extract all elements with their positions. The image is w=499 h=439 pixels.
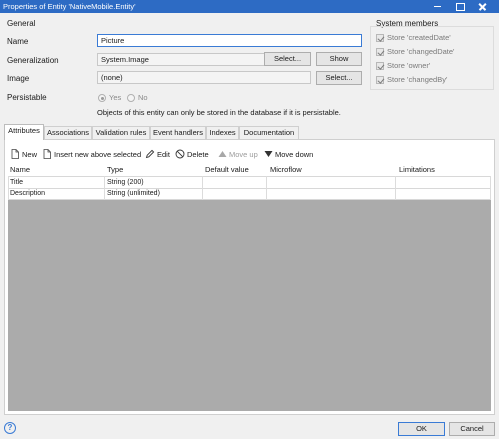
column-header-type[interactable]: Type <box>107 165 123 174</box>
store-changedby-label: Store 'changedBy' <box>387 75 448 84</box>
persistable-yes-label: Yes <box>109 93 122 102</box>
persistable-no-radio[interactable] <box>127 94 135 102</box>
store-changeddate-label: Store 'changedDate' <box>387 47 455 56</box>
tab-validation-rules[interactable]: Validation rules <box>92 126 150 139</box>
insert-document-icon <box>43 149 51 159</box>
delete-circle-icon <box>175 149 185 159</box>
general-group-label: General <box>7 19 36 28</box>
pencil-icon <box>145 149 155 159</box>
store-createddate-checkbox <box>376 34 384 42</box>
generalization-select-button[interactable]: Select... <box>264 52 311 66</box>
store-changedby-checkbox <box>376 76 384 84</box>
column-header-limitations[interactable]: Limitations <box>399 165 435 174</box>
minimize-icon[interactable] <box>428 0 448 13</box>
generalization-show-button[interactable]: Show <box>316 52 362 66</box>
tab-indexes[interactable]: Indexes <box>206 126 239 139</box>
store-owner-checkbox <box>376 62 384 70</box>
grid-column-line <box>490 176 491 200</box>
triangle-down-icon <box>264 151 273 157</box>
tab-documentation[interactable]: Documentation <box>239 126 299 139</box>
column-header-microflow[interactable]: Microflow <box>270 165 302 174</box>
store-createddate-label: Store 'createdDate' <box>387 33 451 42</box>
cancel-button[interactable]: Cancel <box>449 422 495 436</box>
persistable-note: Objects of this entity can only be store… <box>97 108 341 117</box>
name-label: Name <box>7 37 29 46</box>
generalization-label: Generalization <box>7 56 59 65</box>
grid-column-line <box>266 176 267 200</box>
new-document-icon <box>11 149 19 159</box>
maximize-icon[interactable] <box>450 0 470 13</box>
question-circle-icon[interactable]: ? <box>4 422 16 434</box>
cell-name: Description <box>10 190 46 197</box>
grid-column-line <box>395 176 396 200</box>
store-owner-label: Store 'owner' <box>387 61 431 70</box>
window-title: Properties of Entity 'NativeMobile.Entit… <box>3 2 136 11</box>
image-field: (none) <box>97 71 311 84</box>
grid-line <box>8 176 491 177</box>
close-icon[interactable] <box>473 0 493 13</box>
toolbar-edit-label: Edit <box>157 150 170 159</box>
tab-attributes[interactable]: Attributes <box>4 124 44 140</box>
persistable-label: Persistable <box>7 93 47 102</box>
toolbar-move-down-label: Move down <box>275 150 314 159</box>
toolbar-delete-label: Delete <box>187 150 209 159</box>
persistable-no-label: No <box>138 93 148 102</box>
persistable-yes-radio[interactable] <box>98 94 106 102</box>
cell-type: String (200) <box>107 179 144 186</box>
grid-line <box>8 188 491 189</box>
image-label: Image <box>7 74 30 83</box>
column-header-name[interactable]: Name <box>10 165 30 174</box>
image-select-button[interactable]: Select... <box>316 71 362 85</box>
toolbar-new-label: New <box>22 150 38 159</box>
cell-name: Title <box>10 179 23 186</box>
column-header-default-value[interactable]: Default value <box>205 165 249 174</box>
name-input[interactable]: Picture <box>97 34 362 47</box>
cell-type: String (unlimited) <box>107 190 160 197</box>
grid-column-line <box>104 176 105 200</box>
window-titlebar: Properties of Entity 'NativeMobile.Entit… <box>0 0 499 13</box>
toolbar-insert-label: Insert new above selected <box>54 150 142 159</box>
triangle-up-icon <box>218 151 227 157</box>
grid-column-line <box>202 176 203 200</box>
toolbar-move-up-label: Move up <box>229 150 258 159</box>
grid-empty-area <box>8 200 491 411</box>
tab-event-handlers[interactable]: Event handlers <box>150 126 206 139</box>
tab-associations[interactable]: Associations <box>44 126 92 139</box>
ok-button[interactable]: OK <box>398 422 445 436</box>
store-changeddate-checkbox <box>376 48 384 56</box>
grid-column-line <box>8 176 9 200</box>
